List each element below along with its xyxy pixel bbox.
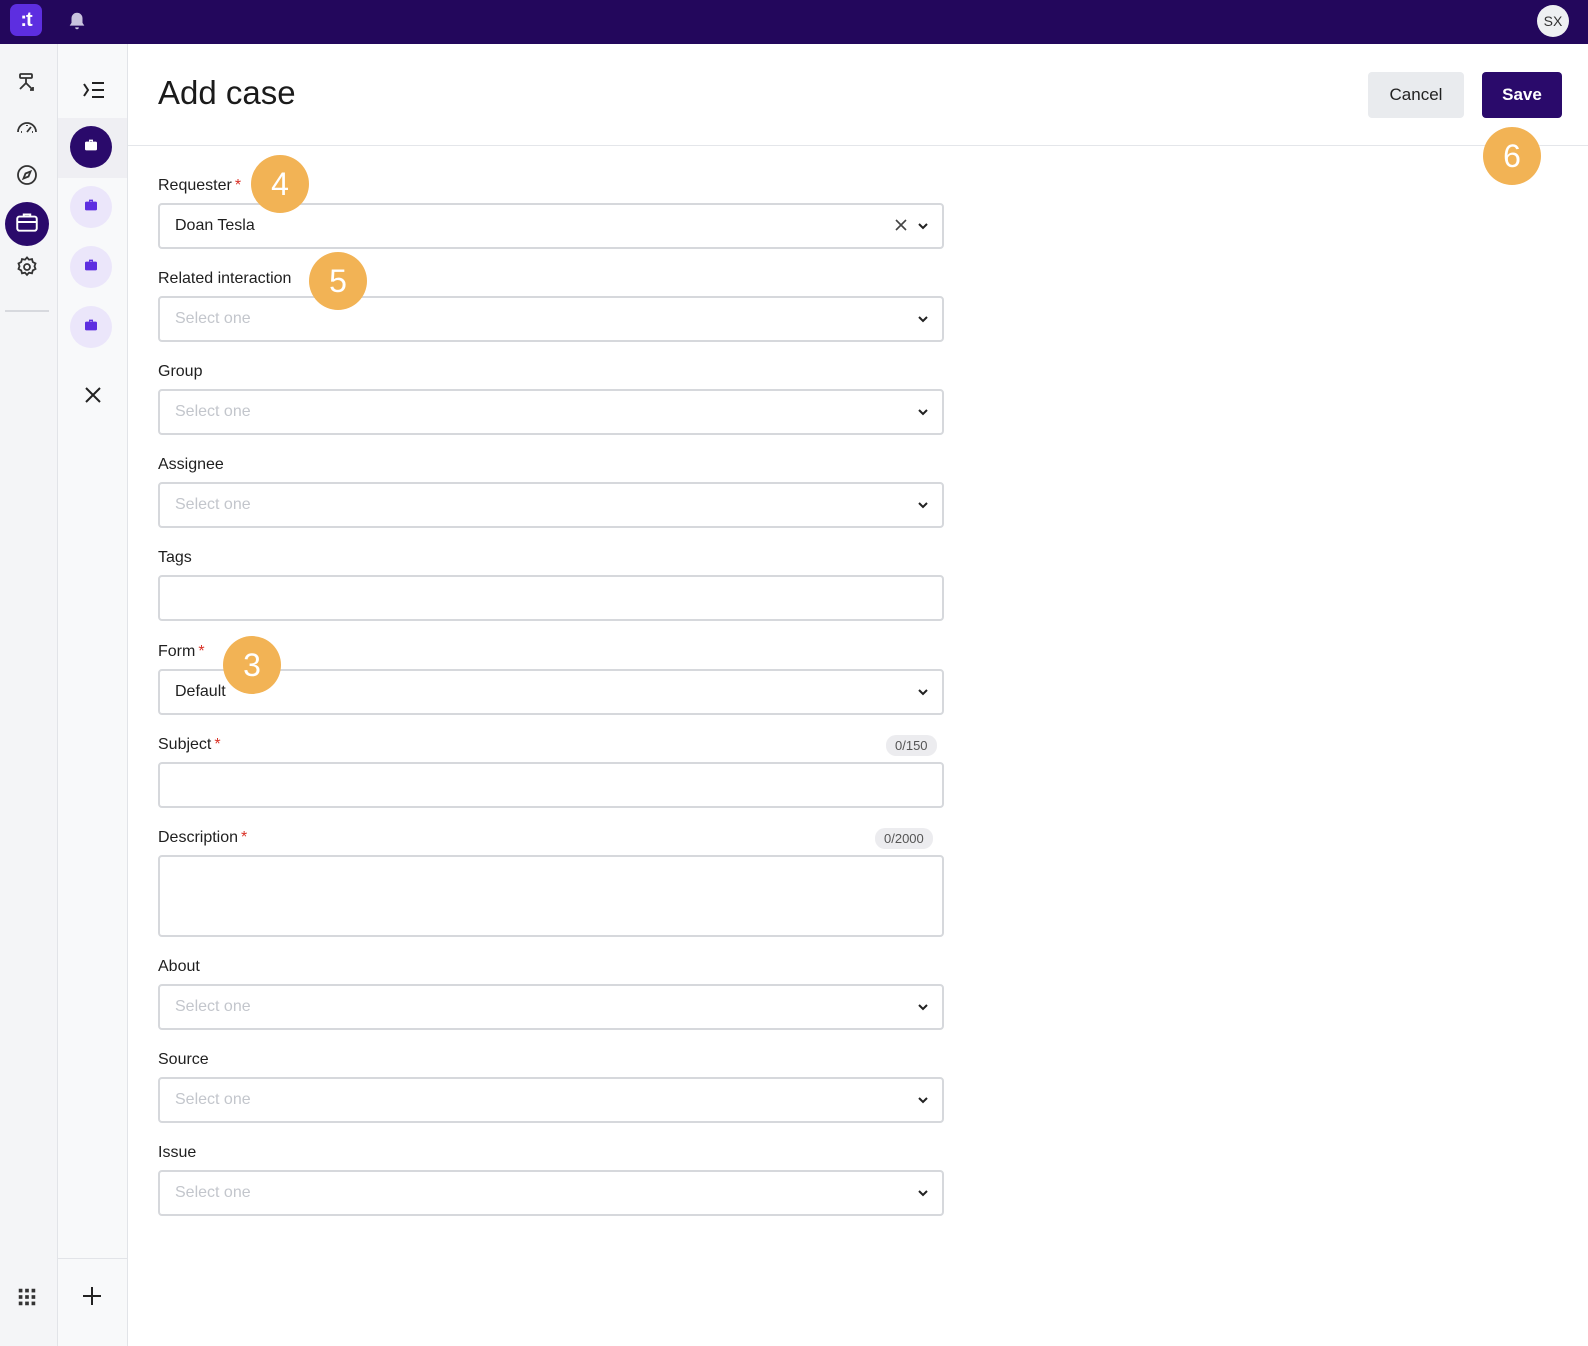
bell-icon[interactable] xyxy=(66,10,88,32)
group-label: Group xyxy=(158,363,203,380)
close-icon[interactable] xyxy=(84,386,102,409)
user-avatar[interactable]: SX xyxy=(1537,5,1569,37)
annotation-badge-4: 4 xyxy=(251,155,309,213)
group-select[interactable]: Select one xyxy=(158,389,944,435)
source-placeholder: Select one xyxy=(175,1091,251,1108)
cancel-button[interactable]: Cancel xyxy=(1368,72,1464,118)
dashboard-icon[interactable] xyxy=(14,115,40,141)
plus-icon[interactable] xyxy=(82,1286,102,1311)
grid-icon[interactable] xyxy=(14,1284,40,1310)
workflow-icon[interactable] xyxy=(14,70,40,96)
briefcase-icon xyxy=(83,137,99,158)
related-interaction-label: Related interaction xyxy=(158,270,292,287)
assignee-label: Assignee xyxy=(158,456,224,473)
form-label: Form * xyxy=(158,643,205,660)
gear-icon[interactable] xyxy=(14,254,40,280)
cases-nav-active[interactable] xyxy=(5,202,49,246)
case-tab-3[interactable] xyxy=(70,246,112,288)
subject-label: Subject * xyxy=(158,736,221,753)
description-counter: 0/2000 xyxy=(875,828,933,849)
chevron-down-icon xyxy=(916,498,930,512)
group-placeholder: Select one xyxy=(175,403,251,420)
briefcase-icon xyxy=(83,317,99,338)
tags-label: Tags xyxy=(158,549,192,566)
app-logo[interactable]: :t xyxy=(10,4,42,36)
source-select[interactable]: Select one xyxy=(158,1077,944,1123)
case-tabs-column xyxy=(58,44,128,1346)
save-button[interactable]: Save xyxy=(1482,72,1562,118)
rail-divider xyxy=(5,310,49,312)
annotation-badge-3: 3 xyxy=(223,636,281,694)
issue-placeholder: Select one xyxy=(175,1184,251,1201)
top-bar: :t SX xyxy=(0,0,1588,44)
case-tab-1[interactable] xyxy=(70,126,112,168)
chevron-down-icon xyxy=(916,1000,930,1014)
assignee-select[interactable]: Select one xyxy=(158,482,944,528)
source-label: Source xyxy=(158,1051,209,1068)
nav-rail xyxy=(0,44,58,1346)
about-select[interactable]: Select one xyxy=(158,984,944,1030)
chevron-down-icon xyxy=(916,685,930,699)
collapse-menu-icon[interactable] xyxy=(82,80,106,105)
tags-input[interactable] xyxy=(158,575,944,621)
related-interaction-placeholder: Select one xyxy=(175,310,251,327)
description-label: Description * xyxy=(158,829,248,846)
annotation-badge-5: 5 xyxy=(309,252,367,310)
subject-input[interactable] xyxy=(158,762,944,808)
case-tab-4[interactable] xyxy=(70,306,112,348)
form-value: Default xyxy=(175,683,226,700)
page-title: Add case xyxy=(158,74,296,111)
header-divider xyxy=(128,145,1588,146)
annotation-badge-6: 6 xyxy=(1483,127,1541,185)
requester-label: Requester * xyxy=(158,177,242,194)
about-placeholder: Select one xyxy=(175,998,251,1015)
chevron-down-icon xyxy=(916,405,930,419)
chevron-down-icon xyxy=(916,1093,930,1107)
chevron-down-icon xyxy=(916,219,930,233)
assignee-placeholder: Select one xyxy=(175,496,251,513)
issue-label: Issue xyxy=(158,1144,197,1161)
requester-value: Doan Tesla xyxy=(175,217,255,234)
compass-icon[interactable] xyxy=(14,162,40,188)
chevron-down-icon xyxy=(916,1186,930,1200)
related-interaction-select[interactable]: Select one xyxy=(158,296,944,342)
about-label: About xyxy=(158,958,200,975)
clear-icon[interactable] xyxy=(894,218,908,232)
briefcase-icon xyxy=(14,209,40,240)
subject-counter: 0/150 xyxy=(886,735,937,756)
description-textarea[interactable] xyxy=(158,855,944,937)
briefcase-icon xyxy=(83,197,99,218)
briefcase-icon xyxy=(83,257,99,278)
issue-select[interactable]: Select one xyxy=(158,1170,944,1216)
tabs-divider xyxy=(58,1258,127,1259)
chevron-down-icon xyxy=(916,312,930,326)
case-tab-2[interactable] xyxy=(70,186,112,228)
